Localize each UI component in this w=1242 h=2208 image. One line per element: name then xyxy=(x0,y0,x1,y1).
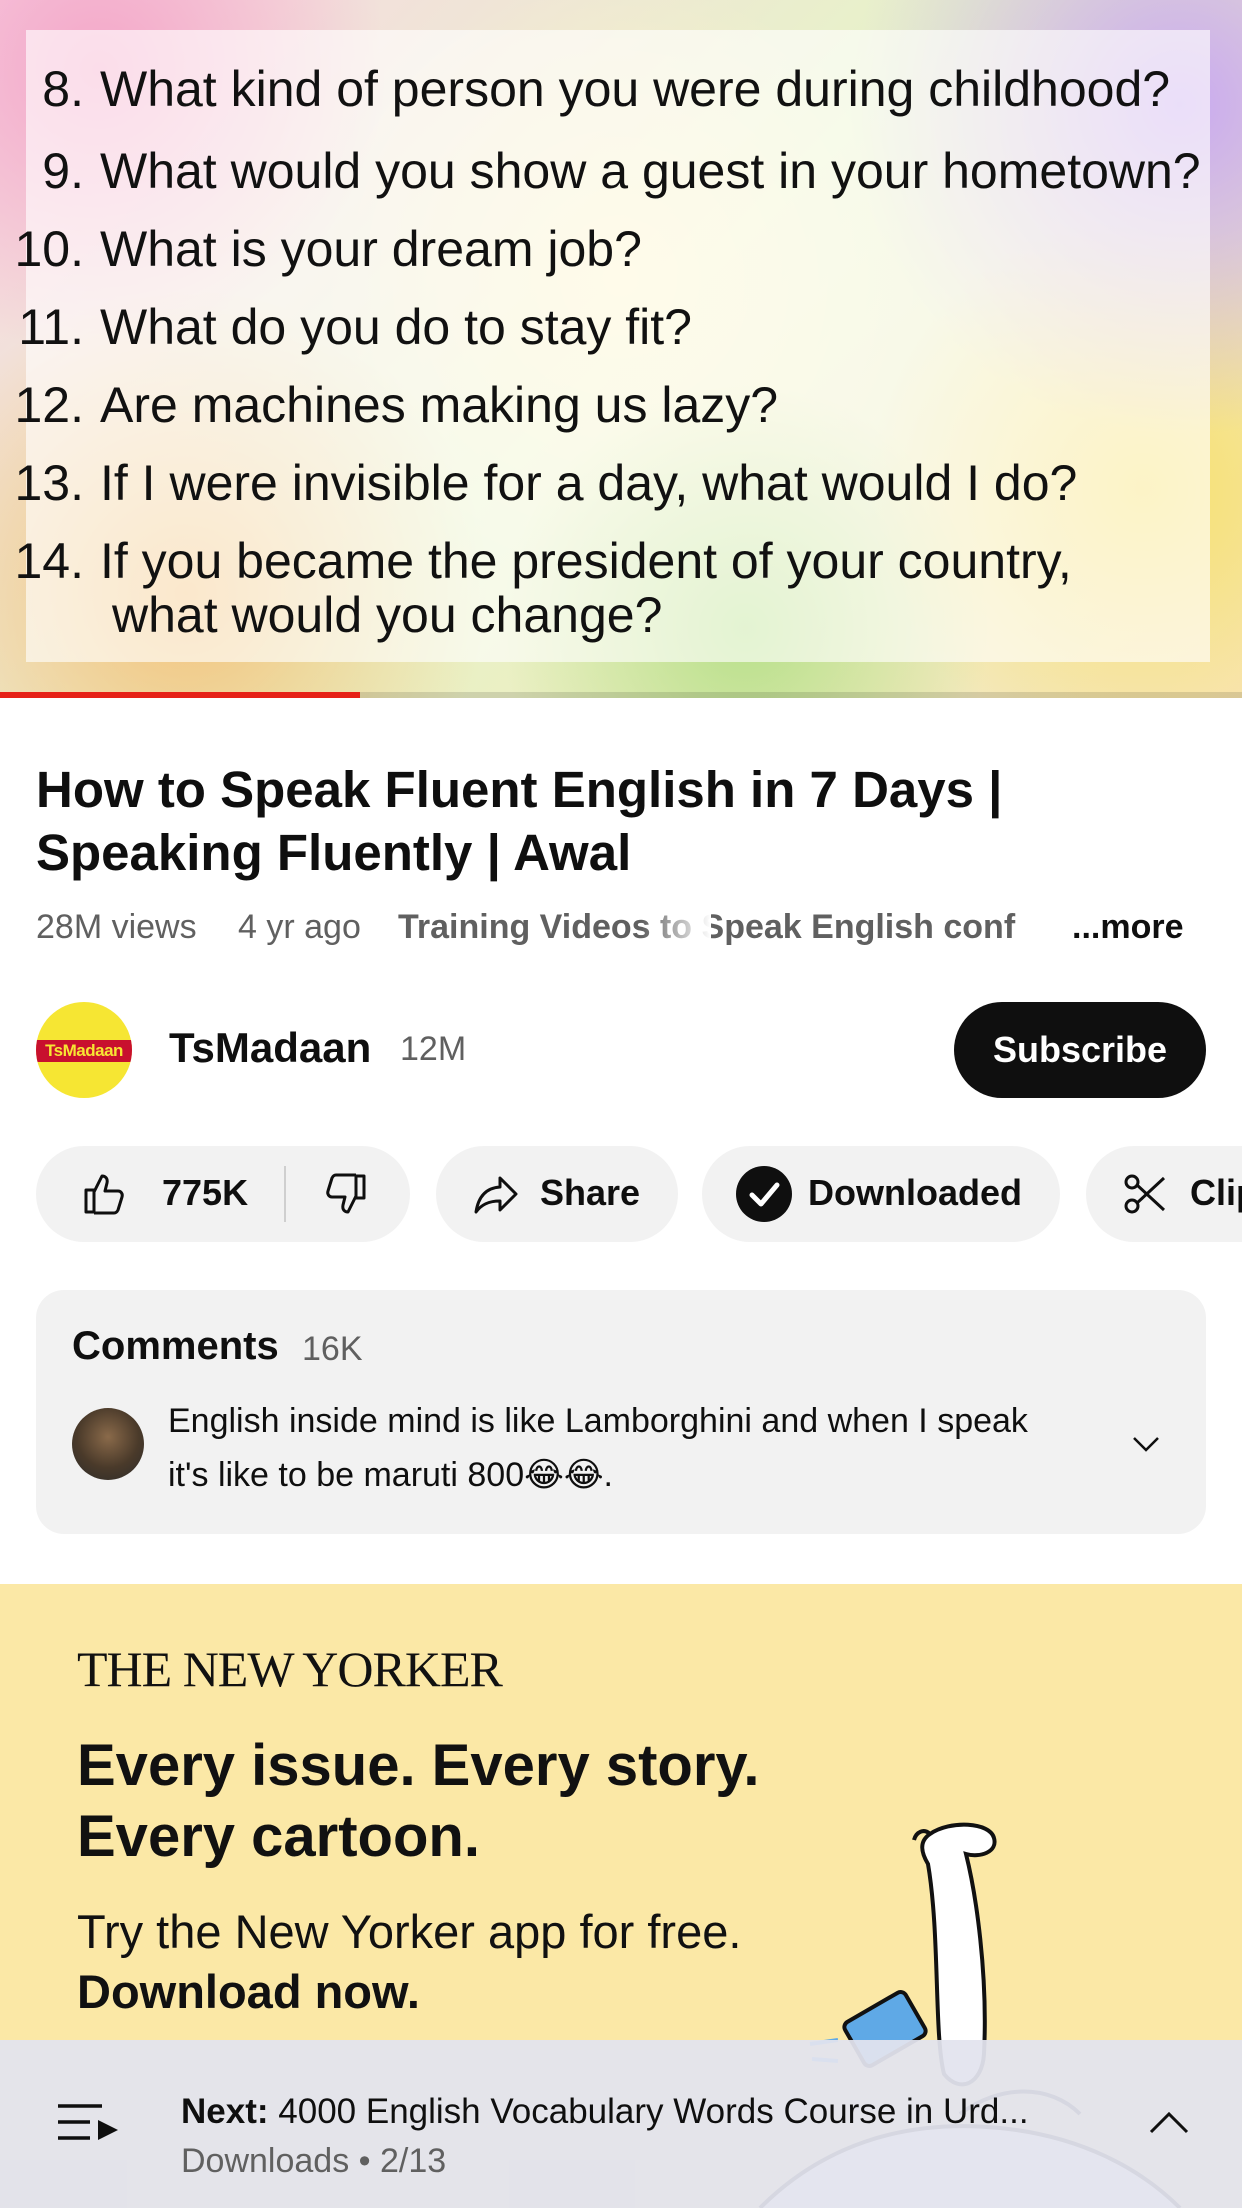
share-button[interactable]: Share xyxy=(436,1146,678,1242)
top-comment-text: English inside mind is like Lamborghini … xyxy=(168,1402,1028,1494)
downloaded-button[interactable]: Downloaded xyxy=(702,1146,1060,1242)
fade-overlay xyxy=(641,908,711,952)
clip-label: Clip xyxy=(1190,1172,1242,1213)
playlist-position: Downloads • 2/13 xyxy=(181,2142,447,2180)
dislike-icon[interactable] xyxy=(322,1170,370,1218)
comments-heading: Comments xyxy=(72,1324,279,1368)
comments-section[interactable]: Comments 16K English inside mind is like… xyxy=(36,1290,1206,1534)
more-link[interactable]: ...more xyxy=(1072,908,1183,947)
channel-avatar[interactable]: TsMadaan xyxy=(36,1002,132,1098)
comments-count: 16K xyxy=(302,1330,363,1368)
action-bar: 775K Share Downloaded Clip xyxy=(0,1146,1242,1242)
scissors-icon xyxy=(1124,1174,1166,1214)
question-item: 13. If I were invisible for a day, what w… xyxy=(14,455,1078,511)
share-icon xyxy=(474,1176,518,1214)
chip-divider xyxy=(284,1166,286,1222)
question-item: 14. If you became the president of your c… xyxy=(14,533,1072,643)
downloaded-label: Downloaded xyxy=(808,1172,1022,1213)
question-item: 12. Are machines making us lazy? xyxy=(14,377,779,433)
question-item: 10. What is your dream job? xyxy=(14,221,642,277)
ad-brand-logo: THE NEW YORKER xyxy=(77,1641,503,1697)
question-item: 11. What do you do to stay fit? xyxy=(18,299,692,355)
clip-button[interactable]: Clip xyxy=(1086,1146,1242,1242)
hashtag-link[interactable]: Training Videos to Speak English conf xyxy=(398,908,1063,947)
next-video-title[interactable]: Next: 4000 English Vocabulary Words Cour… xyxy=(181,2092,1101,2132)
chevron-up-icon[interactable] xyxy=(1148,2110,1190,2136)
share-label: Share xyxy=(540,1172,641,1213)
channel-logo-text: TsMadaan xyxy=(36,1040,132,1062)
video-player[interactable]: 8. What kind of person you were during ch… xyxy=(0,0,1242,698)
channel-name[interactable]: TsMadaan xyxy=(169,1024,371,1072)
subscriber-count: 12M xyxy=(400,1030,467,1068)
view-count: 28M views xyxy=(36,908,197,946)
video-meta[interactable]: 28M views 4 yr ago Training Videos to Sp… xyxy=(36,908,1206,952)
video-title[interactable]: How to Speak Fluent English in 7 Days | … xyxy=(36,758,1206,884)
upload-age: 4 yr ago xyxy=(238,908,361,946)
like-dislike-chip: 775K xyxy=(36,1146,410,1242)
subscribe-button[interactable]: Subscribe xyxy=(954,1002,1206,1098)
chevron-down-icon[interactable] xyxy=(1130,1434,1162,1454)
check-icon xyxy=(736,1166,792,1222)
channel-row[interactable]: TsMadaan TsMadaan 12M Subscribe xyxy=(36,1002,1206,1098)
queue-icon[interactable] xyxy=(56,2102,122,2146)
question-item: 9. What would you show a guest in your ho… xyxy=(42,143,1201,199)
progress-bar[interactable] xyxy=(0,692,1242,698)
next-up-bar[interactable]: Next: 4000 English Vocabulary Words Cour… xyxy=(0,2040,1242,2208)
question-item: 8. What kind of person you were during ch… xyxy=(42,61,1171,117)
progress-fill xyxy=(0,692,361,698)
commenter-avatar xyxy=(72,1408,144,1480)
like-icon[interactable] xyxy=(80,1170,128,1218)
like-count[interactable]: 775K xyxy=(162,1172,248,1214)
